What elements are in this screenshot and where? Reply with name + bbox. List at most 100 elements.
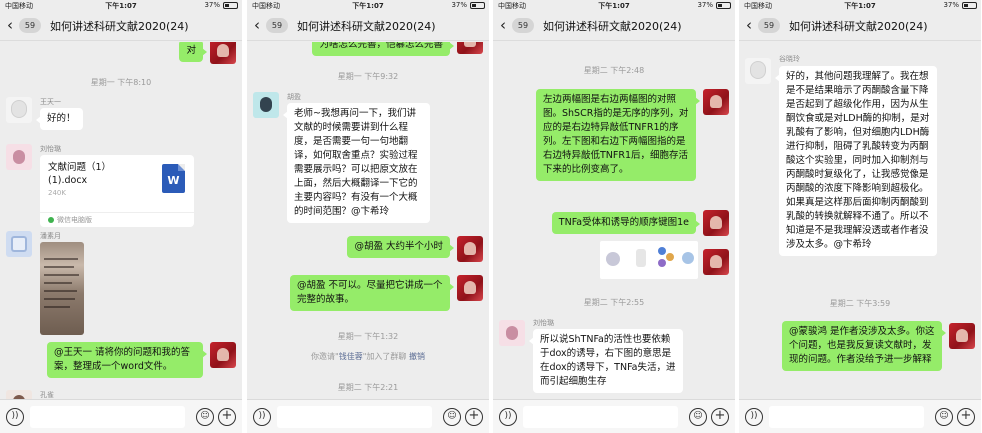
message-bubble-outgoing[interactable]: 对 (179, 42, 207, 62)
battery-percent: 37% (451, 1, 467, 9)
avatar[interactable] (703, 89, 729, 115)
plus-icon[interactable]: + (218, 408, 236, 426)
sender-name: 孔雀 (40, 391, 54, 399)
avatar[interactable] (703, 210, 729, 236)
battery-percent: 37% (204, 1, 220, 9)
file-source: 微信电脑版 (40, 212, 194, 227)
chevron-left-icon[interactable]: ‹ (746, 17, 752, 33)
plus-icon[interactable]: + (957, 408, 975, 426)
message-bubble-outgoing[interactable]: @王天一 请将你的问题和我的答案，整理成一个word文件。 (47, 342, 207, 378)
message-bubble-outgoing[interactable]: TNFa受体和诱导的顺序键图1e (551, 212, 701, 234)
chevron-left-icon[interactable]: ‹ (7, 17, 13, 33)
battery-icon (962, 2, 977, 9)
sender-name: 谷晓玲 (779, 55, 800, 63)
avatar[interactable] (6, 231, 32, 257)
chevron-left-icon[interactable]: ‹ (500, 17, 506, 33)
message-input[interactable] (523, 406, 678, 428)
voice-icon[interactable]: )) (6, 408, 24, 426)
sender-name: 王天一 (40, 98, 61, 106)
diagram-image-message[interactable] (600, 241, 698, 279)
timestamp: 星期二 下午2:48 (583, 66, 645, 75)
message-bubble-incoming[interactable]: 好的，其他问题我理解了。我在想是不是结果暗示了丙酮酸含量下降是否起到了超级化作用… (775, 66, 937, 256)
message-bubble-outgoing[interactable]: 左边两幅图是右边两幅图的对照图。ShSCR指的是无序的序列，对应的是右边特异敲低… (536, 89, 700, 181)
chat-screen-3: 中国移动 下午1:07 37% ‹ 59 如何讲述科研文献2020(24) 星期… (493, 0, 735, 433)
chat-title: 如何讲述科研文献2020(24) (297, 20, 436, 33)
message-bubble-outgoing[interactable]: 为啥怎么完善，恺慕怎么完善 (312, 42, 454, 56)
message-list[interactable]: 为啥怎么完善，恺慕怎么完善 星期一 下午9:32 胡盈 老师~我想再问一下，我们… (247, 42, 489, 399)
photo-message[interactable] (40, 242, 84, 335)
unread-count-badge[interactable]: 59 (19, 18, 41, 33)
sender-name: 胡盈 (287, 93, 301, 101)
unread-count-badge[interactable]: 59 (512, 18, 534, 33)
input-bar: )) ☺ + (0, 399, 242, 433)
system-notice-suffix: "加入了群聊 (362, 352, 407, 361)
plus-icon[interactable]: + (711, 408, 729, 426)
wechat-pc-icon (48, 217, 54, 223)
input-bar: )) ☺ + (247, 399, 489, 433)
chevron-left-icon[interactable]: ‹ (254, 17, 260, 33)
status-bar: 中国移动 下午1:07 37% (739, 0, 981, 11)
message-bubble-outgoing[interactable]: @胡盈 大约半个小时 (347, 236, 454, 258)
avatar[interactable] (6, 144, 32, 170)
chat-header: ‹ 59 如何讲述科研文献2020(24) (247, 11, 489, 41)
unread-count-badge[interactable]: 59 (758, 18, 780, 33)
message-list[interactable]: 对 星期一 下午8:10 王天一 好的！ 刘怡璐 文献问题（1） (1).doc… (0, 42, 242, 399)
message-list[interactable]: 星期二 下午2:48 左边两幅图是右边两幅图的对照图。ShSCR指的是无序的序列… (493, 42, 735, 399)
voice-icon[interactable]: )) (745, 408, 763, 426)
chat-title: 如何讲述科研文献2020(24) (543, 20, 682, 33)
timestamp: 星期二 下午2:55 (583, 298, 645, 307)
avatar[interactable] (457, 275, 483, 301)
battery-icon (470, 2, 485, 9)
file-size: 240K (48, 189, 66, 197)
message-bubble-incoming[interactable]: 好的！ (36, 108, 83, 130)
unread-count-badge[interactable]: 59 (266, 18, 288, 33)
voice-icon[interactable]: )) (499, 408, 517, 426)
avatar[interactable] (499, 320, 525, 346)
emoji-icon[interactable]: ☺ (935, 408, 953, 426)
sender-name: 刘怡璐 (40, 145, 61, 153)
chat-title: 如何讲述科研文献2020(24) (50, 20, 189, 33)
plus-icon[interactable]: + (465, 408, 483, 426)
input-bar: )) ☺ + (739, 399, 981, 433)
message-bubble-incoming[interactable]: 老师~我想再问一下，我们讲文献的时候需要讲到什么程度，是否需要一句一句地翻译，如… (283, 103, 430, 223)
avatar[interactable] (949, 323, 975, 349)
message-bubble-outgoing[interactable]: @胡盈 不可以。尽量把它讲成一个完整的故事。 (290, 275, 454, 311)
emoji-icon[interactable]: ☺ (443, 408, 461, 426)
avatar[interactable] (457, 42, 483, 54)
system-notice-prefix: 你邀请" (311, 352, 339, 361)
timestamp: 星期二 下午2:21 (337, 383, 399, 392)
avatar[interactable] (703, 249, 729, 275)
chat-header: ‹ 59 如何讲述科研文献2020(24) (739, 11, 981, 41)
battery-icon (716, 2, 731, 9)
avatar[interactable] (210, 342, 236, 368)
emoji-icon[interactable]: ☺ (689, 408, 707, 426)
chat-screen-2: 中国移动 下午1:07 37% ‹ 59 如何讲述科研文献2020(24) 为啥… (247, 0, 489, 433)
battery-percent: 37% (943, 1, 959, 9)
avatar[interactable] (210, 42, 236, 64)
chat-title: 如何讲述科研文献2020(24) (789, 20, 928, 33)
status-bar: 中国移动 下午1:07 37% (0, 0, 242, 11)
battery-percent: 37% (697, 1, 713, 9)
emoji-icon[interactable]: ☺ (196, 408, 214, 426)
revoke-link[interactable]: 撤销 (409, 352, 425, 361)
voice-icon[interactable]: )) (253, 408, 271, 426)
message-bubble-outgoing[interactable]: @蒙骏鸿 是作者没涉及太多。你这个问题，也是我反复读文献时，发现的问题。作者没给… (782, 321, 946, 371)
avatar[interactable] (6, 97, 32, 123)
invited-member-link[interactable]: 钱佳蓉 (339, 352, 363, 361)
avatar[interactable] (457, 236, 483, 262)
chat-screen-4: 中国移动 下午1:07 37% ‹ 59 如何讲述科研文献2020(24) 谷晓… (739, 0, 981, 433)
avatar[interactable] (745, 58, 771, 84)
status-bar: 中国移动 下午1:07 37% (493, 0, 735, 11)
file-source-label: 微信电脑版 (57, 216, 92, 224)
sender-name: 刘怡璐 (533, 319, 554, 327)
chat-header: ‹ 59 如何讲述科研文献2020(24) (493, 11, 735, 41)
message-input[interactable] (30, 406, 185, 428)
message-input[interactable] (277, 406, 432, 428)
word-file-icon: W (162, 164, 185, 193)
message-bubble-incoming[interactable]: 所以说ShTNFa的活性也要依赖于dox的诱导，右下图的意思是在dox的诱导下，… (529, 329, 683, 393)
message-input[interactable] (769, 406, 924, 428)
avatar[interactable] (253, 92, 279, 118)
message-list[interactable]: 谷晓玲 好的，其他问题我理解了。我在想是不是结果暗示了丙酮酸含量下降是否起到了超… (739, 42, 981, 399)
file-message[interactable]: 文献问题（1） (1).docx 240K W 微信电脑版 (40, 155, 194, 227)
avatar[interactable] (6, 390, 32, 399)
